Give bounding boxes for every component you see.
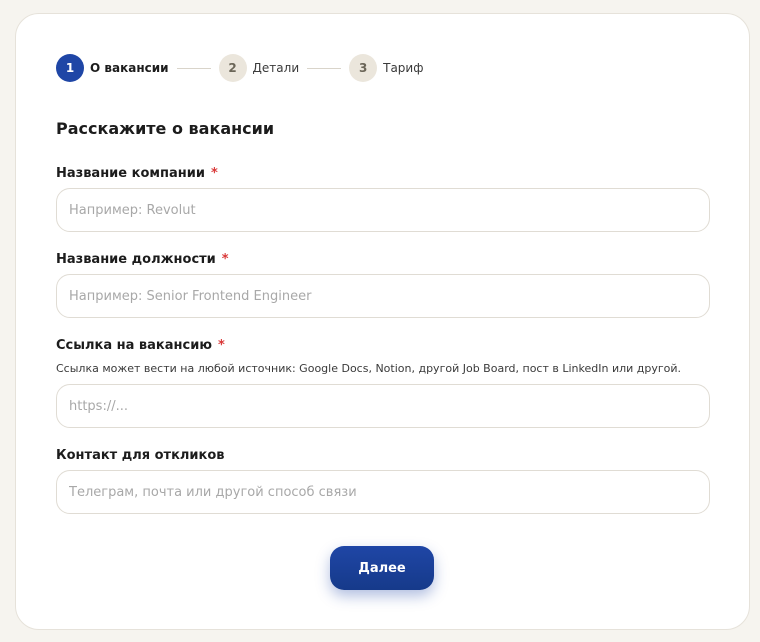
stepper: 1 О вакансии 2 Детали 3 Тариф (56, 54, 423, 82)
step-details[interactable]: 2 Детали (218, 54, 300, 82)
link-label: Ссылка на вакансию * (56, 338, 225, 353)
step-connector (176, 67, 211, 69)
contact-label: Контакт для откликов (56, 448, 225, 463)
required-mark: * (210, 166, 218, 181)
step-number: 1 (56, 54, 84, 82)
step-label: Детали (252, 61, 300, 75)
contact-input[interactable] (56, 470, 710, 514)
next-button[interactable]: Далее (330, 546, 434, 590)
position-input[interactable] (56, 274, 710, 318)
position-label: Название должности * (56, 252, 229, 267)
company-label: Название компании * (56, 166, 218, 181)
company-input[interactable] (56, 188, 710, 232)
step-connector (307, 67, 342, 69)
link-label-text: Ссылка на вакансию (56, 338, 212, 353)
step-number: 2 (218, 54, 247, 82)
step-label: О вакансии (90, 61, 169, 75)
link-input[interactable] (56, 384, 710, 428)
position-label-text: Название должности (56, 252, 216, 267)
step-tariff[interactable]: 3 Тариф (349, 54, 423, 82)
required-mark: * (221, 252, 229, 267)
contact-label-text: Контакт для откликов (56, 448, 225, 463)
required-mark: * (217, 338, 225, 353)
step-number: 3 (349, 54, 378, 82)
company-label-text: Название компании (56, 166, 205, 181)
form-card: 1 О вакансии 2 Детали 3 Тариф Расскажите… (15, 13, 750, 630)
step-about[interactable]: 1 О вакансии (56, 54, 169, 82)
link-hint: Ссылка может вести на любой источник: Go… (56, 362, 682, 375)
step-label: Тариф (383, 61, 424, 75)
form-title: Расскажите о вакансии (56, 119, 275, 138)
